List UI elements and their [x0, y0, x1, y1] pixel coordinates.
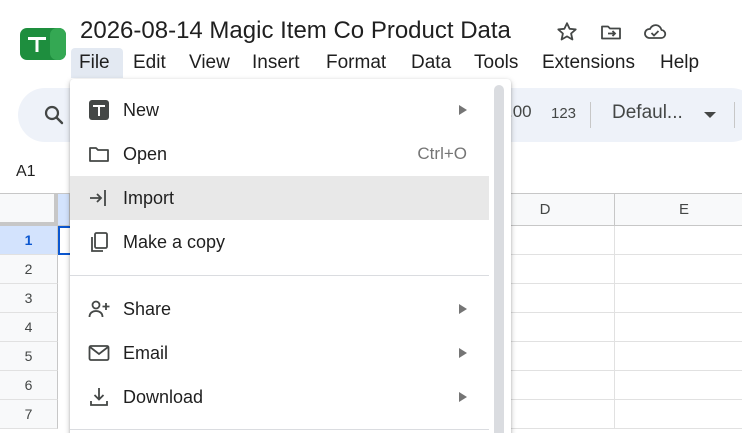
menu-item-label: Import	[123, 188, 175, 208]
file-menu-item-new[interactable]: New	[70, 88, 489, 132]
share-icon	[88, 300, 110, 318]
menu-item-label: Email	[123, 343, 169, 363]
submenu-arrow-icon	[459, 392, 467, 402]
move-to-folder-icon[interactable]	[597, 18, 625, 46]
menu-file[interactable]: File	[71, 48, 123, 78]
file-menu-item-make-a-copy[interactable]: Make a copy	[70, 220, 489, 264]
menu-item-label: Open	[123, 144, 168, 164]
menu-item-label: Share	[123, 299, 172, 319]
grid-cell[interactable]	[615, 313, 742, 342]
document-title[interactable]: 2026-08-14 Magic Item Co Product Data	[80, 16, 511, 46]
file-menu-item-import[interactable]: Import	[70, 176, 489, 220]
grid-cell[interactable]	[615, 226, 742, 255]
keyboard-shortcut: Ctrl+O	[417, 144, 467, 163]
copy-icon	[91, 232, 108, 252]
font-family-select[interactable]: Defaul...	[612, 102, 683, 124]
menu-item-label: Make a copy	[123, 232, 226, 252]
menu-item-label: Download	[123, 387, 204, 407]
import-icon	[90, 190, 106, 206]
file-menu-item-email[interactable]: Email	[70, 331, 489, 375]
file-menu-item-download[interactable]: Download	[70, 375, 489, 419]
row-header[interactable]: 3	[0, 284, 58, 313]
submenu-arrow-icon	[459, 105, 467, 115]
folder-icon	[89, 147, 109, 162]
menu-data[interactable]: Data	[403, 48, 459, 78]
submenu-arrow-icon	[459, 304, 467, 314]
increase-decimal-button[interactable]: .00	[508, 102, 532, 122]
grid-cell[interactable]	[615, 400, 742, 429]
sheets-logo-icon[interactable]	[20, 26, 66, 62]
menu-view[interactable]: View	[181, 48, 238, 78]
file-menu-item-share[interactable]: Share	[70, 287, 489, 331]
download-icon	[90, 388, 108, 406]
grid-cell[interactable]	[615, 342, 742, 371]
menu-insert[interactable]: Insert	[244, 48, 308, 78]
email-icon	[88, 345, 110, 361]
menu-format[interactable]: Format	[318, 48, 394, 78]
menu-extensions[interactable]: Extensions	[534, 48, 643, 78]
menu-edit[interactable]: Edit	[125, 48, 174, 78]
grid-cell[interactable]	[615, 284, 742, 313]
cloud-saved-icon[interactable]	[641, 18, 669, 46]
row-header[interactable]: 1	[0, 226, 58, 255]
toolbar-divider	[590, 102, 591, 128]
file-menu-item-open[interactable]: Open Ctrl+O	[70, 132, 489, 176]
menu-tools[interactable]: Tools	[466, 48, 526, 78]
star-icon[interactable]	[553, 18, 581, 46]
new-sheet-icon	[89, 100, 109, 120]
font-dropdown-caret-icon[interactable]	[704, 112, 716, 118]
column-header-e[interactable]: E	[615, 194, 742, 226]
search-menus-icon[interactable]	[42, 103, 66, 132]
sheets-app-window: 2026-08-14 Magic Item Co Product Data Fi…	[0, 0, 742, 433]
menu-item-label: New	[123, 100, 160, 120]
toolbar-divider	[734, 102, 735, 128]
file-menu-dropdown: New Open Ctrl+O Import Make a copy Share…	[70, 79, 511, 433]
select-all-corner[interactable]	[0, 194, 58, 226]
name-box[interactable]: A1	[16, 163, 36, 181]
menu-divider	[70, 275, 489, 276]
more-formats-button[interactable]: 123	[551, 105, 576, 122]
menu-divider	[70, 429, 489, 430]
column-header-a[interactable]	[58, 194, 70, 226]
grid-cell[interactable]	[615, 371, 742, 400]
menu-help[interactable]: Help	[652, 48, 707, 78]
menu-scrollbar[interactable]	[494, 85, 504, 433]
grid-cell[interactable]	[615, 255, 742, 284]
submenu-arrow-icon	[459, 348, 467, 358]
row-header[interactable]: 2	[0, 255, 58, 284]
row-header[interactable]: 6	[0, 371, 58, 400]
row-header[interactable]: 4	[0, 313, 58, 342]
row-header[interactable]: 7	[0, 400, 58, 429]
row-header[interactable]: 5	[0, 342, 58, 371]
